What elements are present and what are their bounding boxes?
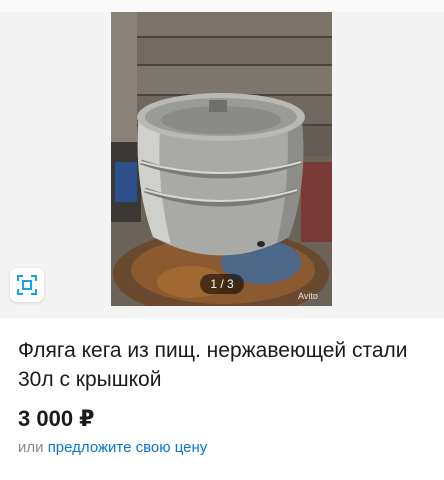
listing-price: 3 000 ₽: [18, 406, 95, 431]
keg-photo-image: [111, 12, 332, 306]
listing-title: Фляга кега из пищ. нержавеющей стали 30л…: [18, 339, 408, 391]
avito-watermark: Avito: [298, 291, 318, 301]
photo-gallery[interactable]: 1 / 3 Avito: [0, 0, 444, 318]
fullscreen-button[interactable]: [10, 268, 44, 302]
price-offer-line: или предложите свою цену: [18, 438, 207, 458]
fullscreen-icon: [17, 275, 37, 295]
listing-photo[interactable]: [111, 12, 332, 306]
offer-prefix: или: [18, 439, 44, 456]
photo-counter: 1 / 3: [200, 274, 244, 294]
top-divider: [0, 0, 444, 12]
offer-price-link[interactable]: предложите свою цену: [48, 439, 208, 456]
